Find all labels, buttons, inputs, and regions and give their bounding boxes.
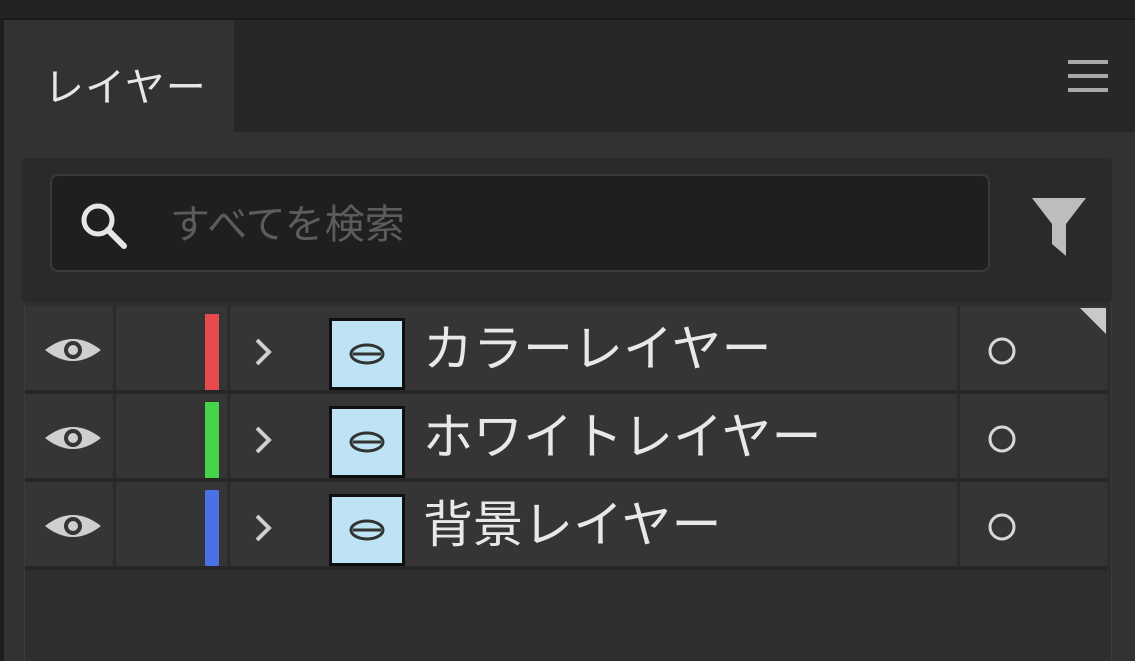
layer-row[interactable]: カラーレイヤー	[25, 306, 1107, 394]
tab-layers-label: レイヤー	[44, 65, 207, 111]
eye-icon[interactable]	[43, 422, 103, 454]
hamburger-menu-icon-line	[1068, 74, 1108, 78]
eye-icon[interactable]	[43, 334, 103, 366]
chevron-right-icon[interactable]	[251, 334, 275, 370]
top-bar	[0, 0, 1135, 20]
filter-icon[interactable]	[1030, 196, 1088, 258]
thumbnail-art-icon	[349, 431, 385, 453]
layer-name[interactable]: ホワイトレイヤー	[423, 410, 822, 465]
layer-row[interactable]: ホワイトレイヤー	[25, 394, 1107, 482]
column-separator	[227, 306, 230, 390]
column-separator	[957, 482, 960, 566]
column-separator	[957, 394, 960, 478]
hamburger-menu-icon	[1068, 60, 1108, 64]
chevron-right-icon[interactable]	[251, 422, 275, 458]
layer-thumbnail	[329, 406, 405, 478]
layer-name[interactable]: カラーレイヤー	[423, 322, 772, 377]
thumbnail-art-icon	[349, 343, 385, 365]
column-separator	[113, 306, 116, 390]
layer-thumbnail	[329, 318, 405, 390]
layer-list: カラーレイヤー ホワイトレイヤー 背景レイヤー	[24, 302, 1112, 661]
target-circle-icon[interactable]	[987, 512, 1017, 542]
target-circle-icon[interactable]	[987, 424, 1017, 454]
layer-color-label	[205, 402, 219, 478]
hamburger-menu-icon-line	[1068, 88, 1108, 92]
search-input[interactable]	[168, 196, 952, 254]
layer-thumbnail	[329, 494, 405, 566]
selection-corner-indicator	[1080, 308, 1106, 334]
thumbnail-art-icon	[349, 519, 385, 541]
column-separator	[227, 394, 230, 478]
chevron-right-icon[interactable]	[251, 510, 275, 546]
column-separator	[227, 482, 230, 566]
layer-name[interactable]: 背景レイヤー	[423, 498, 722, 553]
tab-layers[interactable]: レイヤー	[4, 20, 235, 132]
column-separator	[113, 482, 116, 566]
target-circle-icon[interactable]	[987, 336, 1017, 366]
eye-icon[interactable]	[43, 510, 103, 542]
layer-row[interactable]: 背景レイヤー	[25, 482, 1107, 570]
layer-color-label	[205, 314, 219, 390]
panel-menu-button[interactable]	[1064, 60, 1108, 94]
column-separator	[113, 394, 116, 478]
column-separator	[957, 306, 960, 390]
search-icon	[81, 203, 127, 249]
layer-color-label	[205, 490, 219, 566]
